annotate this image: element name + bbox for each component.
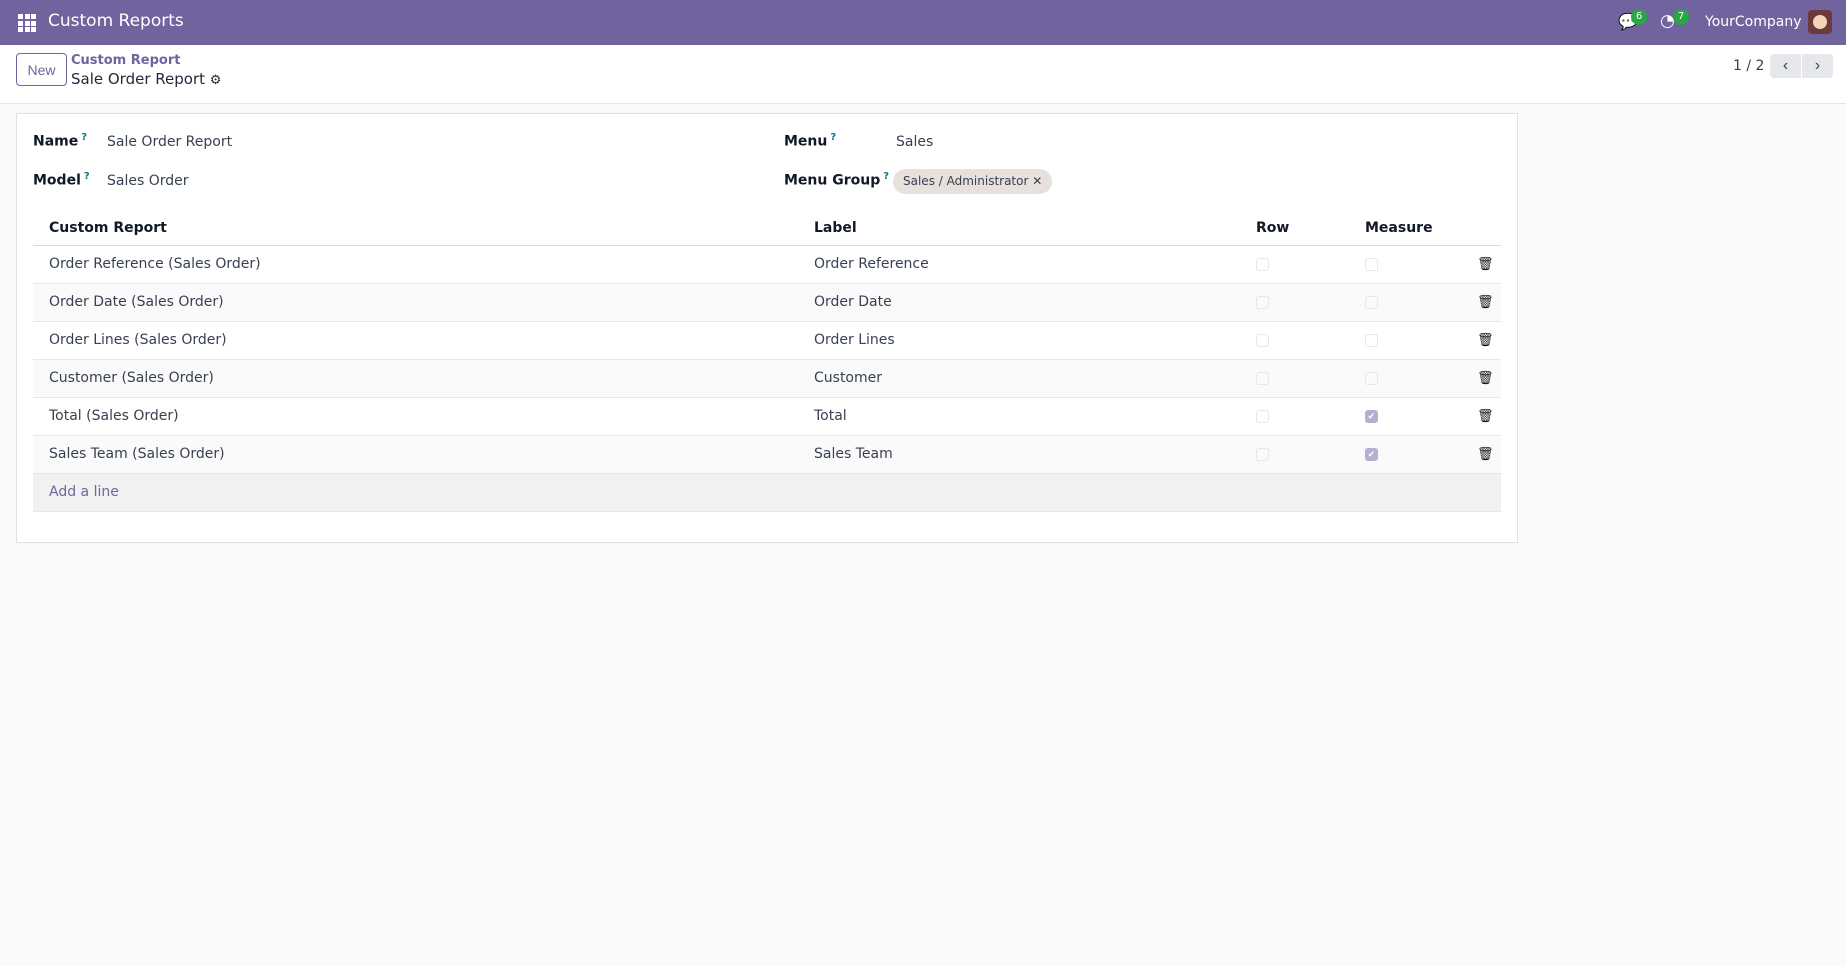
delete-trash-icon[interactable]: 🗑 (1477, 371, 1494, 386)
add-line-link[interactable]: Add a line (33, 473, 1501, 512)
new-button[interactable]: New (16, 53, 67, 86)
name-field[interactable]: Sale Order Report (107, 134, 232, 150)
label-cell[interactable]: Order Lines (798, 321, 1240, 360)
pager-next-button[interactable]: › (1802, 54, 1833, 78)
top-navbar: Custom Reports 💬 6 ◔ 7 YourCompany (0, 0, 1846, 45)
pager-previous-button[interactable]: ‹ (1770, 54, 1801, 78)
table-row[interactable]: Customer (Sales Order) Customer 🗑 (33, 359, 1501, 398)
field-cell[interactable]: Customer (Sales Order) (33, 359, 798, 398)
delete-trash-icon[interactable]: 🗑 (1477, 333, 1494, 348)
measure-checkbox[interactable] (1365, 295, 1378, 309)
model-field[interactable]: Sales Order (107, 173, 189, 189)
field-cell[interactable]: Order Lines (Sales Order) (33, 321, 798, 360)
measure-checkbox[interactable]: ✔ (1365, 409, 1378, 423)
row-checkbox[interactable] (1256, 409, 1269, 423)
delete-trash-icon[interactable]: 🗑 (1477, 257, 1494, 272)
name-label: Name? (33, 132, 88, 150)
column-header-label[interactable]: Label (798, 212, 1240, 246)
row-checkbox[interactable] (1256, 447, 1269, 461)
apps-menu-icon[interactable] (18, 14, 36, 32)
record-title: Sale Order Report (71, 70, 205, 88)
delete-trash-icon[interactable]: 🗑 (1477, 409, 1494, 424)
row-checkbox[interactable] (1256, 333, 1269, 347)
field-cell[interactable]: Total (Sales Order) (33, 397, 798, 436)
menu-field[interactable]: Sales (896, 134, 933, 150)
field-cell[interactable]: Order Reference (Sales Order) (33, 245, 798, 284)
column-header-measure[interactable]: Measure (1349, 212, 1461, 246)
field-cell[interactable]: Sales Team (Sales Order) (33, 435, 798, 474)
user-avatar[interactable] (1808, 10, 1832, 34)
pager-value[interactable]: 1 / 2 (1733, 58, 1764, 74)
report-lines-table: Custom Report Label Row Measure Order Re… (33, 212, 1501, 512)
label-cell[interactable]: Customer (798, 359, 1240, 398)
messages-badge: 6 (1631, 9, 1647, 25)
row-checkbox[interactable] (1256, 295, 1269, 309)
model-label: Model? (33, 171, 90, 189)
row-checkbox[interactable] (1256, 257, 1269, 271)
measure-checkbox[interactable]: ✔ (1365, 447, 1378, 461)
remove-tag-icon[interactable]: ✕ (1032, 174, 1042, 188)
breadcrumb-current: Sale Order Report ⚙ (71, 70, 221, 88)
form-sheet: Name? Sale Order Report Model? Sales Ord… (16, 113, 1518, 543)
column-header-row[interactable]: Row (1240, 212, 1349, 246)
column-header-custom-report[interactable]: Custom Report (33, 212, 798, 246)
delete-trash-icon[interactable]: 🗑 (1477, 447, 1494, 462)
label-cell[interactable]: Order Date (798, 283, 1240, 322)
table-row[interactable]: Sales Team (Sales Order) Sales Team ✔ 🗑 (33, 435, 1501, 474)
table-row[interactable]: Order Reference (Sales Order) Order Refe… (33, 245, 1501, 284)
label-cell[interactable]: Sales Team (798, 435, 1240, 474)
row-checkbox[interactable] (1256, 371, 1269, 385)
delete-trash-icon[interactable]: 🗑 (1477, 295, 1494, 310)
gear-icon[interactable]: ⚙ (210, 73, 222, 88)
activities-badge: 7 (1673, 9, 1689, 25)
table-row[interactable]: Order Lines (Sales Order) Order Lines 🗑 (33, 321, 1501, 360)
table-row[interactable]: Total (Sales Order) Total ✔ 🗑 (33, 397, 1501, 436)
label-cell[interactable]: Order Reference (798, 245, 1240, 284)
table-row[interactable]: Order Date (Sales Order) Order Date 🗑 (33, 283, 1501, 322)
menu-group-tag: Sales / Administrator ✕ (893, 169, 1053, 194)
app-title[interactable]: Custom Reports (48, 11, 184, 31)
measure-checkbox[interactable] (1365, 333, 1378, 347)
measure-checkbox[interactable] (1365, 257, 1378, 271)
measure-checkbox[interactable] (1365, 371, 1378, 385)
control-panel: New Custom Report Sale Order Report ⚙ 1 … (0, 45, 1846, 104)
company-switcher[interactable]: YourCompany (1705, 14, 1802, 30)
label-cell[interactable]: Total (798, 397, 1240, 436)
menu-label: Menu? (784, 132, 837, 150)
breadcrumb-parent[interactable]: Custom Report (71, 53, 180, 68)
menu-group-label: Menu Group? (784, 171, 890, 189)
field-cell[interactable]: Order Date (Sales Order) (33, 283, 798, 322)
